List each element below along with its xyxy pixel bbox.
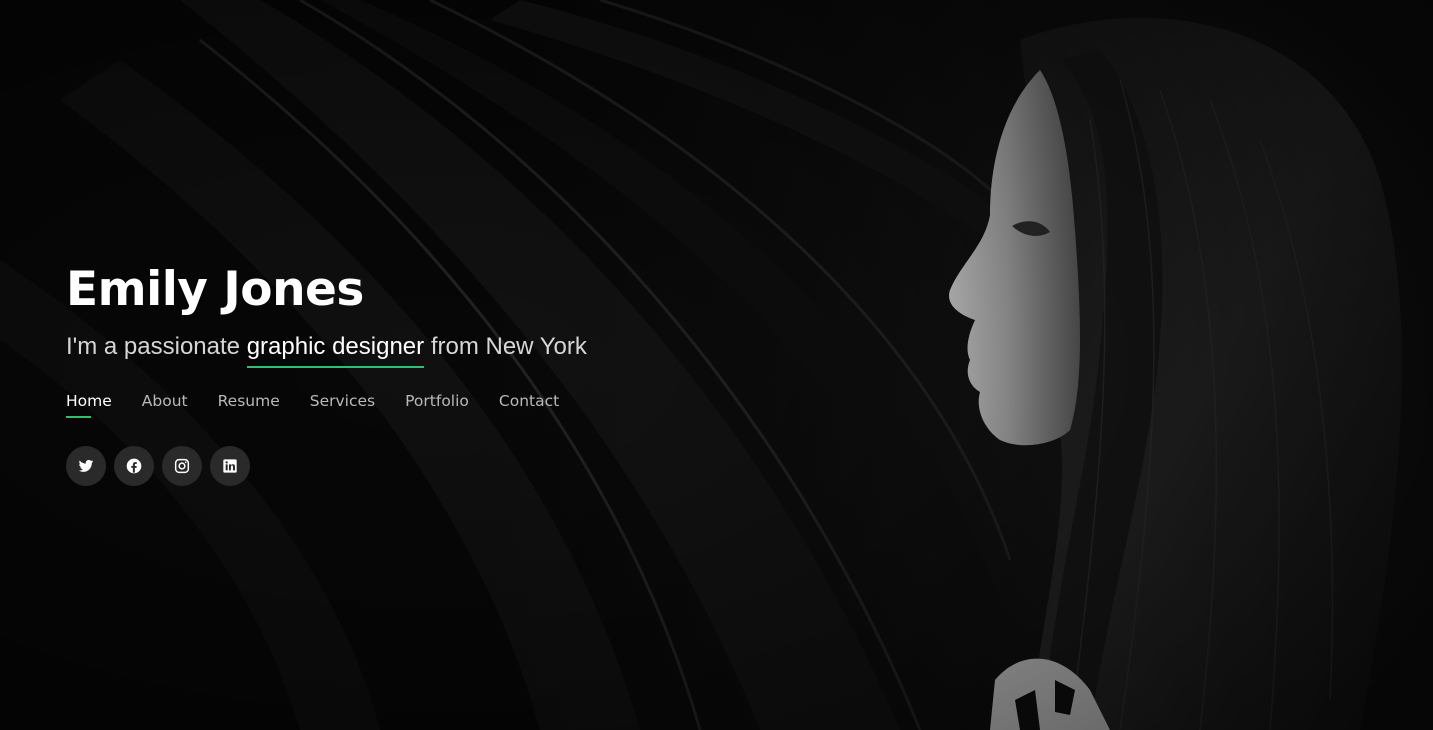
hero-section: Emily Jones I'm a passionate graphic des… (0, 0, 1433, 730)
facebook-link[interactable] (114, 446, 154, 486)
nav-item-about[interactable]: About (142, 392, 188, 418)
nav-item-portfolio[interactable]: Portfolio (405, 392, 469, 418)
main-nav: Home About Resume Services Portfolio Con… (66, 392, 766, 418)
twitter-icon (78, 459, 94, 472)
hero-content: Emily Jones I'm a passionate graphic des… (66, 262, 766, 486)
linkedin-icon (223, 459, 237, 473)
tagline-typed-text: graphic designer (246, 333, 425, 368)
instagram-icon (174, 458, 190, 474)
nav-item-contact[interactable]: Contact (499, 392, 559, 418)
facebook-icon (126, 458, 142, 474)
hero-name: Emily Jones (66, 262, 364, 317)
instagram-link[interactable] (162, 446, 202, 486)
nav-item-resume[interactable]: Resume (218, 392, 280, 418)
social-links (66, 446, 766, 486)
nav-item-services[interactable]: Services (310, 392, 375, 418)
hero-tagline: I'm a passionate graphic designer from N… (66, 332, 766, 368)
nav-item-home[interactable]: Home (66, 392, 112, 418)
tagline-prefix: I'm a passionate (66, 333, 241, 360)
twitter-link[interactable] (66, 446, 106, 486)
tagline-suffix: from New York (430, 333, 587, 360)
linkedin-link[interactable] (210, 446, 250, 486)
